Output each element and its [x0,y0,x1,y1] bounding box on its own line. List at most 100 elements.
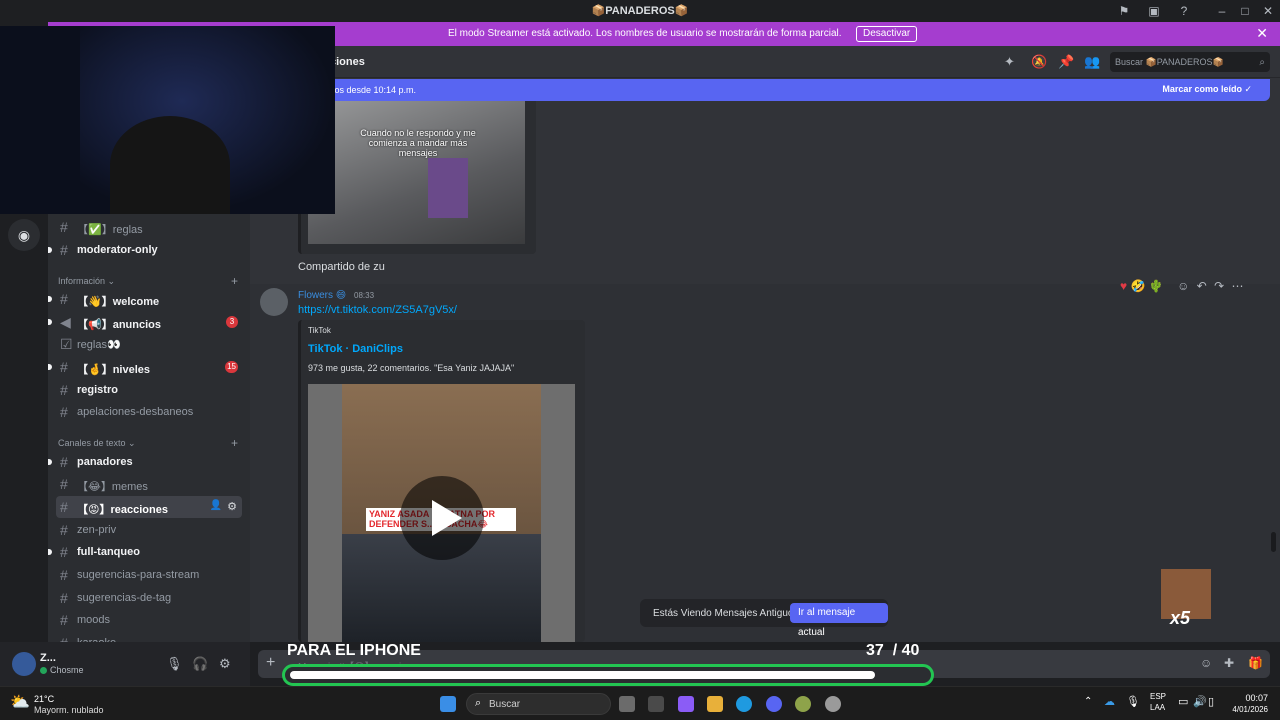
task-view-icon[interactable] [619,696,635,712]
minimize-icon[interactable]: – [1214,3,1230,19]
username: Z... [40,652,56,664]
close-banner-icon[interactable]: ✕ [1256,25,1268,42]
weather-icon[interactable]: ⛅ [10,692,30,712]
add-channel-icon[interactable]: + [231,436,238,450]
new-messages-text: vos desde 10:14 p.m. [330,85,417,95]
video-thumbnail[interactable]: Cuando no le respondo y me comienza a ma… [308,98,525,244]
channel-name: 【😡】reacciones [77,504,168,516]
notifications-muted-icon[interactable]: 🔕 [1031,54,1047,70]
scrollbar-thumb[interactable] [1271,532,1276,552]
tray-chevron-icon[interactable]: ⌃ [1084,696,1092,707]
message-time: 08:33 [354,291,375,300]
add-channel-icon[interactable]: + [231,274,238,288]
message-link[interactable]: https://vt.tiktok.com/ZS5A7gV5x/ [298,304,457,316]
reply-icon[interactable]: ↶ [1197,279,1207,293]
inbox-icon[interactable]: ▣ [1146,3,1162,19]
discord-icon[interactable] [766,696,782,712]
channel-registro[interactable]: # registro [48,379,250,401]
channel-full-tanqueo[interactable]: # full-tanqueo [48,541,250,563]
channel-reacciones[interactable]: # 【😡】reacciones 👤 ⚙ [56,496,242,518]
channel-panadores[interactable]: # panadores [48,451,250,473]
copilot-icon[interactable] [678,696,694,712]
unread-dot [48,296,52,302]
cactus-reaction-icon[interactable]: 🌵 [1149,279,1164,293]
category-canales-texto[interactable]: Canales de texto ⌄ [58,438,136,449]
category-informacion[interactable]: Información ⌄ [58,276,115,287]
mic-icon[interactable]: 🎙 [1126,695,1140,708]
channel-apelaciones[interactable]: # apelaciones-desbaneos [48,401,250,423]
hash-icon: # [60,291,68,307]
laugh-reaction-icon[interactable]: 🤣 [1130,279,1145,293]
members-icon[interactable]: 👥 [1084,54,1100,70]
forward-icon[interactable]: ↷ [1214,279,1224,293]
taskbar-search[interactable]: ⌕ Buscar [466,693,611,715]
hash-icon: # [60,242,68,258]
user-settings-icon[interactable]: ⚙ [219,656,231,672]
embed-title[interactable]: TikTok · DaniClips [308,343,403,355]
battery-icon[interactable]: ▯ [1208,695,1214,708]
heart-reaction-icon[interactable]: ♥ [1120,279,1127,293]
network-icon[interactable]: ▭ [1178,695,1188,708]
onedrive-icon[interactable]: ☁ [1104,695,1115,708]
jump-to-present-button[interactable]: Ir al mensaje actual [790,603,888,638]
channel-welcome[interactable]: # 【👋】welcome [48,288,250,310]
add-reaction-icon[interactable]: ☺ [1177,279,1189,293]
discover-icon[interactable]: ◉ [8,219,40,251]
store-icon[interactable] [648,696,664,712]
disable-streamer-button[interactable]: Desactivar [856,26,918,42]
channel-reglas-top[interactable]: # 【✅】reglas [48,216,250,238]
attach-icon[interactable]: + [266,654,275,672]
emoji-icon[interactable]: ☺ [1200,656,1212,670]
more-icon[interactable]: ⋯ [1231,279,1243,293]
gift-icon[interactable]: 🎁 [1248,656,1263,670]
windows-start-icon[interactable] [440,696,456,712]
apps-icon[interactable]: ✚ [1224,656,1234,670]
hash-icon: # [60,219,68,235]
volume-icon[interactable]: 🔊 [1193,695,1207,708]
app-icon-2[interactable] [825,696,841,712]
file-explorer-icon[interactable] [707,696,723,712]
headphones-icon[interactable]: 🎧 [192,656,208,672]
app-icon[interactable] [795,696,811,712]
message-author[interactable]: Flowers 😄 [298,290,346,301]
maximize-icon[interactable]: □ [1237,3,1253,19]
new-messages-bar[interactable]: vos desde 10:14 p.m. Marcar como leído ✓ [250,79,1270,101]
tiktok-thumbnail[interactable]: YANIZ ASADA ... MATNA POR DEFENDER S... … [308,384,575,642]
clock-date[interactable]: 4/01/2026 [1228,705,1268,714]
mark-as-read-button[interactable]: Marcar como leído ✓ [1162,84,1252,95]
channel-memes[interactable]: # 【😂】memes [48,473,250,495]
threads-icon[interactable]: ✦ [1004,54,1015,70]
channel-reglas[interactable]: ☑ reglas👀 [48,333,250,355]
language-layout[interactable]: LAA [1150,703,1165,712]
chat-area: Cuando no le respondo y me comienza a ma… [250,78,1280,642]
thumbnail-side [308,384,342,642]
avatar[interactable] [260,288,288,316]
clock-time[interactable]: 00:07 [1240,693,1268,703]
help-icon[interactable]: ? [1176,3,1192,19]
progress-fill [290,671,875,679]
channel-sugerencias-tag[interactable]: # sugerencias-de-tag [48,587,250,609]
weather-desc: Mayorm. nublado [34,705,104,715]
flag-icon[interactable]: ⚑ [1116,3,1132,19]
channel-zen-priv[interactable]: # zen-priv [48,519,250,541]
invite-icon[interactable]: 👤 [210,500,222,511]
search-icon: ⌕ [1259,57,1265,68]
close-window-icon[interactable]: ✕ [1260,3,1276,19]
channel-niveles[interactable]: # 【🤞】niveles 15 [48,356,250,378]
channel-sugerencias-stream[interactable]: # sugerencias-para-stream [48,564,250,586]
category-label: Información [58,276,106,286]
settings-icon[interactable]: ⚙ [227,500,237,513]
unread-dot [48,364,52,370]
search-input[interactable]: Buscar 📦PANADEROS📦 ⌕ [1110,52,1270,72]
overlay-title: PARA EL IPHONE [287,642,421,659]
channel-anuncios[interactable]: ◀ 【📢】anuncios 3 [48,311,250,333]
edge-icon[interactable] [736,696,752,712]
channel-name: 【✅】reglas [77,224,143,236]
avatar[interactable] [12,652,36,676]
channel-karaoke[interactable]: # karaoke [48,632,250,642]
pin-icon[interactable]: 📌 [1058,54,1074,70]
microphone-icon[interactable]: 🎙 [166,656,183,672]
language-code[interactable]: ESP [1150,692,1166,701]
channel-moods[interactable]: # moods [48,609,250,631]
channel-moderator-only[interactable]: # moderator-only [48,239,250,261]
